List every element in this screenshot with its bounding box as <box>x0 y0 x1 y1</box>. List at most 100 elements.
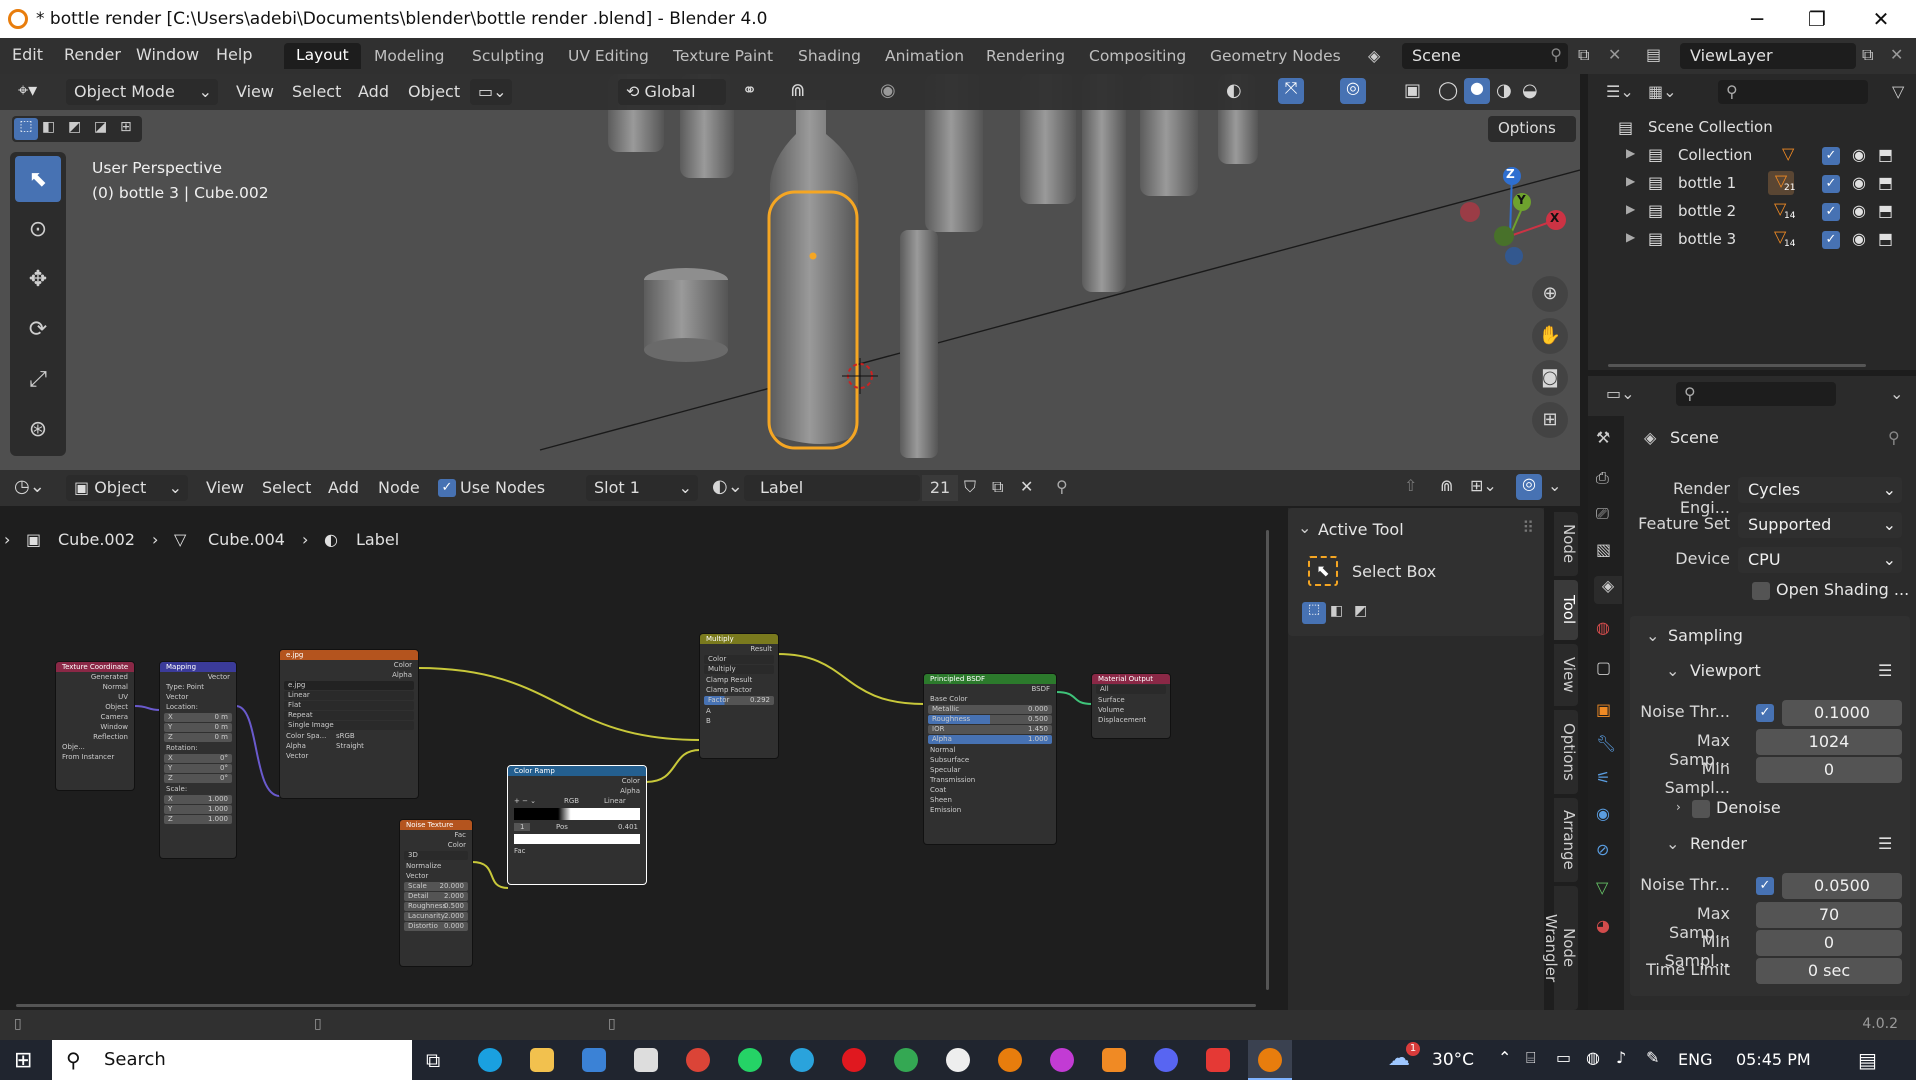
perspective-grid-icon[interactable]: ⊞ <box>1532 402 1568 438</box>
viewlayer-icon[interactable]: ▤ <box>1646 45 1661 64</box>
coat-panel[interactable]: Coat <box>924 785 1056 795</box>
object-tab-icon[interactable]: ▣ <box>1596 700 1611 719</box>
transform-tool-icon[interactable]: ⊛ <box>15 406 61 452</box>
clamp-result-checkbox[interactable]: Clamp Result <box>700 675 778 685</box>
output-target-dropdown[interactable]: All <box>1096 685 1166 694</box>
bottle-3[interactable] <box>770 100 858 444</box>
tab-sculpting[interactable]: Sculpting <box>472 45 544 71</box>
ramp-stop-row[interactable]: 1 Pos 0.401 <box>508 822 646 832</box>
display-mode-icon[interactable]: ▦⌄ <box>1648 82 1677 101</box>
options-button[interactable]: Options <box>1488 116 1576 142</box>
location-y-field[interactable]: Y 0 m <box>164 723 232 732</box>
tab-node[interactable]: Node <box>1554 512 1578 576</box>
expand-arrow-icon[interactable]: ▶ <box>1626 230 1635 244</box>
select-invert-icon[interactable]: ◪ <box>94 119 107 135</box>
node-mapping[interactable]: Mapping Vector Type: Point Vector Locati… <box>160 662 236 858</box>
close-button[interactable]: ✕ <box>1858 0 1904 38</box>
chevron-down-icon[interactable]: ⌄ <box>1646 626 1659 645</box>
tab-shading[interactable]: Shading <box>798 45 861 71</box>
noise-lacunarity-field[interactable]: Lacunarity 2.000 <box>404 912 468 921</box>
viewport-menu-select[interactable]: Select <box>292 82 341 101</box>
app-icon[interactable] <box>1206 1048 1230 1072</box>
zoom-icon[interactable]: ⊕ <box>1532 276 1568 312</box>
sheen-panel[interactable]: Sheen <box>924 795 1056 805</box>
blend-mode-dropdown[interactable]: Multiply <box>704 665 774 674</box>
snapping-icon[interactable]: ⋒ <box>1440 476 1453 495</box>
noise-roughness-field[interactable]: Roughness 0.500 <box>404 902 468 911</box>
factor-slider[interactable]: Factor 0.292 <box>704 696 774 705</box>
outliner-item-bottle-1[interactable]: ▶ ▤ bottle 1 ▽ 21 ✓ ◉ ⬒ <box>1588 170 1916 198</box>
rendered-shading-icon[interactable]: ◒ <box>1522 80 1538 101</box>
tab-arrange[interactable]: Arrange <box>1554 798 1578 882</box>
proportional-edit-icon[interactable]: ◉ <box>880 80 896 101</box>
new-scene-icon[interactable]: ⧉ <box>1578 45 1589 65</box>
normalize-checkbox[interactable]: Normalize <box>400 861 472 871</box>
scale-y-field[interactable]: Y 1.000 <box>164 805 232 814</box>
expand-arrow-icon[interactable]: ▶ <box>1626 174 1635 188</box>
specular-panel[interactable]: Specular <box>924 765 1056 775</box>
menu-render[interactable]: Render <box>64 45 121 64</box>
open-shading-checkbox[interactable] <box>1752 582 1770 600</box>
viewport-menu-object[interactable]: Object <box>408 82 460 101</box>
tool-tab-icon[interactable]: ⚒ <box>1596 428 1610 447</box>
add-stop-icon[interactable]: + − ⌄ <box>514 797 536 805</box>
cursor-tool-icon[interactable]: ⊙ <box>15 206 61 252</box>
list-presets-icon[interactable]: ☰ <box>1878 834 1892 853</box>
ramp-color-mode[interactable]: RGB <box>564 796 579 806</box>
node-editor-vscrollbar[interactable] <box>1266 530 1269 990</box>
eye-icon[interactable]: ◉ <box>1852 145 1866 164</box>
snap-target-icon[interactable]: ⊞⌄ <box>1470 476 1497 495</box>
tab-rendering[interactable]: Rendering <box>986 45 1065 71</box>
pan-hand-icon[interactable]: ✋ <box>1532 318 1568 354</box>
pin-icon[interactable]: ⚲ <box>1550 45 1562 64</box>
tab-options[interactable]: Options <box>1554 710 1578 794</box>
opera-icon[interactable] <box>842 1048 866 1072</box>
delete-scene-icon[interactable]: ✕ <box>1608 45 1621 64</box>
tab-tool[interactable]: Tool <box>1554 580 1578 640</box>
tab-geometry-nodes[interactable]: Geometry Nodes <box>1210 45 1341 71</box>
modifier-tab-icon[interactable]: 🔧︎ <box>1596 734 1616 753</box>
snapping-icon[interactable]: ⋒ <box>790 80 805 101</box>
location-z-field[interactable]: Z 0 m <box>164 733 232 742</box>
vp-min-field[interactable]: 0 <box>1756 757 1902 783</box>
active-blender-icon[interactable] <box>1248 1040 1292 1080</box>
denoise-checkbox[interactable] <box>1692 800 1710 818</box>
chevron-down-icon[interactable]: ⌄ <box>1666 834 1679 853</box>
outliner-editor-icon[interactable]: ☰⌄ <box>1606 82 1634 101</box>
roughness-field[interactable]: Roughness 0.500 <box>928 715 1052 724</box>
mapping-type[interactable]: Type: Point <box>160 682 236 692</box>
menu-edit[interactable]: Edit <box>12 45 43 64</box>
language-indicator[interactable]: ENG <box>1678 1050 1712 1069</box>
exclude-checkbox[interactable]: ✓ <box>1822 231 1840 249</box>
tab-layout[interactable]: Layout <box>284 43 361 69</box>
node-principled-bsdf[interactable]: Principled BSDF BSDF Base Color Metallic… <box>924 674 1056 844</box>
projection-dropdown[interactable]: Flat <box>284 701 414 710</box>
node-texture-coordinate[interactable]: Texture Coordinate Generated Normal UV O… <box>56 662 134 790</box>
scene-icon[interactable]: ◈ <box>1368 46 1380 65</box>
subsurface-panel[interactable]: Subsurface <box>924 755 1056 765</box>
delete-viewlayer-icon[interactable]: ✕ <box>1890 45 1903 64</box>
image-file-field[interactable]: e.jpg <box>284 681 414 690</box>
time-limit-field[interactable]: 0 sec <box>1756 958 1902 984</box>
vlc-icon[interactable] <box>1102 1048 1126 1072</box>
particles-tab-icon[interactable]: ⚟ <box>1596 768 1610 787</box>
material-shading-icon[interactable]: ◑ <box>1496 80 1512 101</box>
visibility-icon[interactable]: ◐ <box>1226 80 1242 101</box>
select-subtract-icon[interactable]: ◩ <box>68 119 81 135</box>
render-tab-icon[interactable]: ⎙ <box>1596 468 1609 488</box>
world-tab-icon[interactable]: ◍ <box>1596 618 1610 637</box>
emission-panel[interactable]: Emission <box>924 805 1056 815</box>
notifications-icon[interactable]: ▤ <box>1858 1048 1877 1072</box>
color-space-row[interactable]: Color Spa... sRGB <box>280 731 418 741</box>
outliner-scrollbar[interactable] <box>1608 364 1866 367</box>
expand-arrow-icon[interactable]: ▶ <box>1626 202 1635 216</box>
pivot-icon[interactable]: ⚭ <box>742 80 757 101</box>
move-tool-icon[interactable]: ✥ <box>15 256 61 302</box>
tab-node-wrangler[interactable]: Node Wrangler <box>1542 886 1578 1010</box>
constraints-tab-icon[interactable]: ⊘ <box>1596 840 1609 859</box>
node-material-output[interactable]: Material Output All Surface Volume Displ… <box>1092 674 1170 738</box>
select-tool-icon[interactable]: ⬉ <box>15 156 61 202</box>
outliner-item-collection[interactable]: ▶ ▤ Collection ▽ ✓ ◉ ⬒ <box>1588 142 1916 170</box>
store-icon[interactable] <box>582 1048 606 1072</box>
parent-node-tree-icon[interactable]: ⇧ <box>1404 476 1417 495</box>
